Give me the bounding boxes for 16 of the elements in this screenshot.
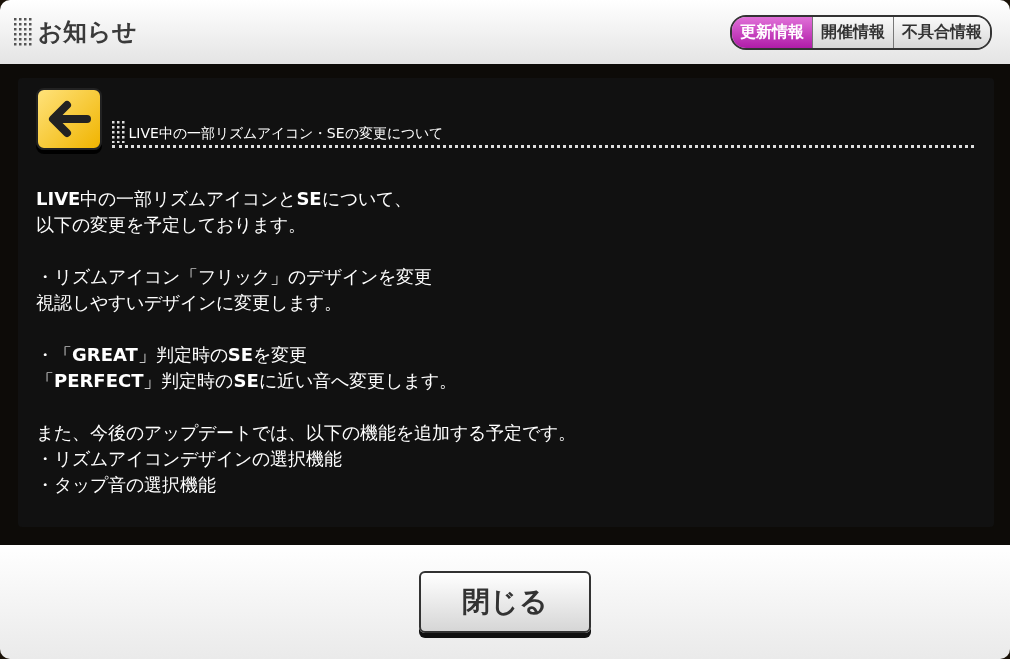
body-text: 以下の変更を予定しております。 [36, 213, 307, 237]
header-title: お知らせ [37, 17, 137, 48]
tab[interactable]: 不具合情報 [893, 16, 990, 48]
body-text: ・タップ音の選択機能 [36, 473, 217, 497]
tab[interactable]: 開催情報 [812, 16, 893, 48]
body-text: ・「GREAT」判定時のSEを変更 [36, 343, 308, 367]
left-arrow-icon [47, 100, 91, 138]
body-text: ・リズムアイコン「フリック」のデザインを変更 [36, 265, 433, 289]
body-text: また、今後のアップデートでは、以下の機能を追加する予定です。 [36, 421, 577, 445]
body-text: 視認しやすいデザインに変更します。 [36, 291, 343, 315]
body-text: 「PERFECT」判定時のSEに近い音へ変更します。 [36, 369, 458, 393]
dotted-grid-icon [14, 18, 32, 46]
dotted-grid-icon [112, 120, 125, 143]
article-title: LIVE中の一部リズムアイコン・SEの変更について [128, 125, 443, 143]
tab[interactable]: 更新情報 [732, 16, 812, 48]
body-text: ・リズムアイコンデザインの選択機能 [36, 447, 343, 471]
